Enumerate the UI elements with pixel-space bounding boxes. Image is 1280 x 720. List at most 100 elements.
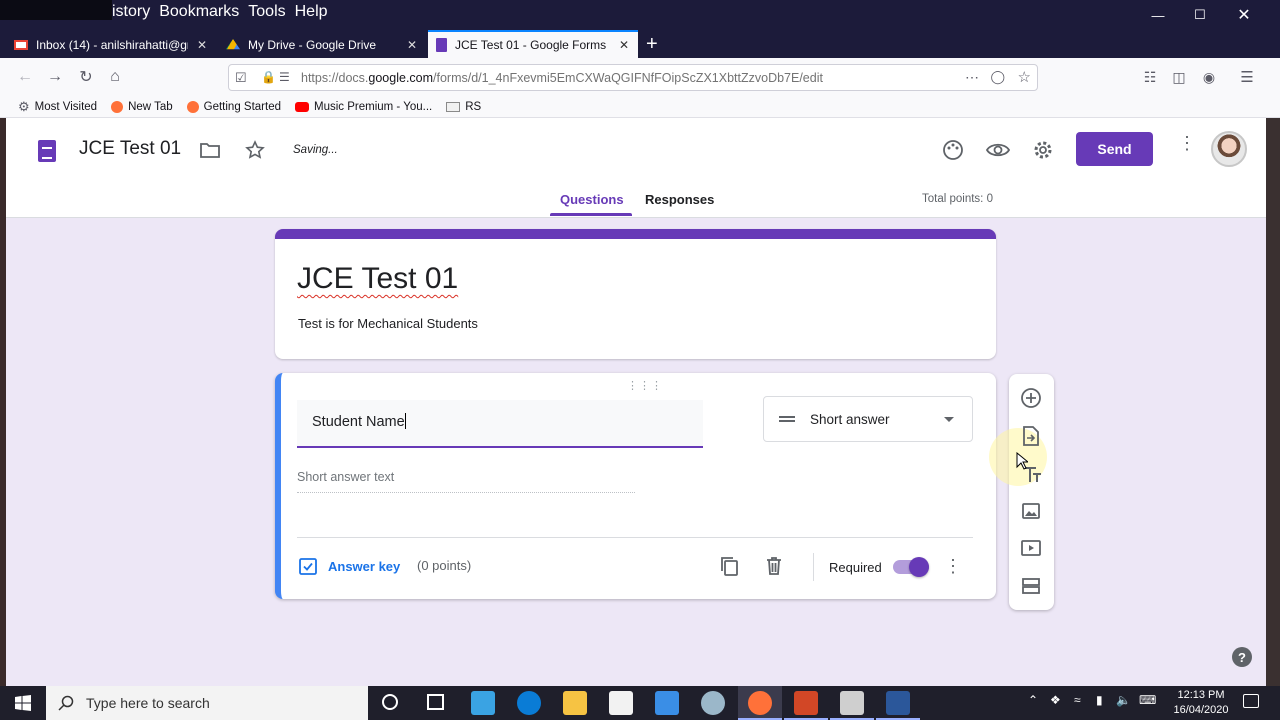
back-button[interactable]: ← (14, 66, 36, 88)
desktop-edge-right (1266, 118, 1280, 686)
settings-gear-icon[interactable] (1030, 137, 1056, 163)
battery-icon[interactable]: ▮ (1096, 693, 1103, 707)
bookmark-new-tab[interactable]: New Tab (111, 100, 173, 113)
url-bar[interactable]: ☑ 🔒 ☰ https://docs.google.com/forms/d/1_… (228, 64, 1038, 91)
help-icon[interactable]: ? (1232, 647, 1252, 667)
add-video-icon[interactable] (1019, 536, 1043, 560)
bookmark-music-premium[interactable]: Music Premium - You... (295, 101, 432, 113)
delete-trash-icon[interactable] (764, 555, 784, 577)
more-options-icon[interactable]: ⋮ (1178, 134, 1196, 152)
powerpoint-icon[interactable] (794, 691, 818, 715)
bookmark-star-icon[interactable]: ☆ (1018, 68, 1031, 86)
form-description[interactable]: Test is for Mechanical Students (298, 316, 478, 331)
shield-icon[interactable]: ☑ (235, 70, 247, 86)
store-app-icon[interactable] (471, 691, 495, 715)
preview-eye-icon[interactable] (985, 137, 1011, 163)
page-actions-icon[interactable]: ⋯ (965, 69, 979, 86)
close-tab-icon[interactable]: ✕ (618, 38, 630, 52)
palette-icon[interactable] (940, 137, 966, 163)
microsoft-store-icon[interactable] (609, 691, 633, 715)
close-window-button[interactable]: ✕ (1221, 0, 1267, 30)
minimize-button[interactable]: — (1135, 0, 1181, 30)
word-icon[interactable] (886, 691, 910, 715)
move-to-folder-icon[interactable] (197, 137, 223, 163)
close-tab-icon[interactable]: ✕ (196, 38, 208, 52)
drag-handle-icon[interactable]: ⋮⋮⋮ (627, 379, 663, 392)
home-button[interactable]: ⌂ (104, 66, 126, 88)
system-clock[interactable]: 12:13 PM 16/04/2020 (1166, 688, 1236, 718)
menu-tools[interactable]: Tools (248, 3, 285, 21)
required-toggle[interactable] (893, 557, 929, 577)
menu-history[interactable]: istory (112, 3, 150, 21)
task-view-icon[interactable] (427, 694, 444, 710)
file-explorer-icon[interactable] (563, 691, 587, 715)
tab-forms[interactable]: JCE Test 01 - Google Forms ✕ (428, 30, 638, 58)
search-placeholder: Type here to search (86, 695, 210, 711)
wifi-icon[interactable]: ≈ (1074, 693, 1081, 707)
bookmark-most-visited[interactable]: ⚙ Most Visited (18, 99, 97, 115)
volume-icon[interactable]: 🔈 (1116, 693, 1131, 707)
keyboard-icon[interactable]: ⌨ (1139, 693, 1156, 707)
cortana-icon[interactable] (382, 694, 398, 710)
forms-icon (436, 38, 447, 52)
maximize-button[interactable]: ☐ (1177, 0, 1223, 30)
duplicate-icon[interactable] (718, 555, 740, 577)
pocket-icon[interactable]: ◯ (990, 69, 1005, 85)
menu-help[interactable]: Help (295, 3, 328, 21)
star-icon[interactable] (242, 137, 268, 163)
firefox-taskbar-icon[interactable] (748, 691, 772, 715)
question-title-input[interactable]: Student Name (297, 400, 703, 448)
bookmark-label: Getting Started (203, 100, 281, 113)
close-tab-icon[interactable]: ✕ (406, 38, 418, 52)
bookmark-folder-rs[interactable]: RS (446, 101, 481, 113)
permissions-icon[interactable]: ☰ (279, 70, 290, 84)
tab-responses[interactable]: Responses (645, 192, 714, 207)
form-title-text: JCE Test 01 (297, 262, 459, 295)
tab-drive[interactable]: My Drive - Google Drive ✕ (218, 32, 426, 58)
question-type-select[interactable]: Short answer (763, 396, 973, 442)
question-type-label: Short answer (810, 411, 890, 427)
library-icon[interactable]: ☷ (1139, 66, 1161, 88)
add-image-icon[interactable] (1019, 499, 1043, 523)
notifications-icon[interactable] (1243, 694, 1259, 708)
add-question-icon[interactable] (1019, 386, 1043, 410)
mail-icon[interactable] (655, 691, 679, 715)
answer-key-button[interactable]: Answer key (298, 556, 400, 576)
tab-title: Inbox (14) - anilshirahatti@gmail.com (36, 38, 188, 52)
menu-bookmarks[interactable]: Bookmarks (159, 3, 239, 21)
bookmark-getting-started[interactable]: Getting Started (186, 100, 281, 113)
window-app-icon[interactable] (840, 691, 864, 715)
edge-browser-icon[interactable] (517, 691, 541, 715)
short-answer-placeholder: Short answer text (297, 470, 635, 493)
forward-button[interactable]: → (44, 66, 66, 88)
bookmark-label: RS (465, 100, 482, 113)
dropbox-icon[interactable]: ❖ (1050, 693, 1061, 707)
bookmark-label: Most Visited (34, 100, 98, 113)
required-label: Required (829, 560, 882, 575)
sidebar-icon[interactable]: ◫ (1168, 66, 1190, 88)
bookmark-label: Music Premium - You... (314, 100, 433, 113)
avatar[interactable] (1211, 131, 1247, 167)
tab-questions[interactable]: Questions (560, 192, 624, 207)
show-hidden-icons-icon[interactable]: ⌃ (1028, 693, 1038, 707)
search-icon (58, 695, 74, 711)
document-title[interactable]: JCE Test 01 (79, 138, 181, 160)
start-button[interactable] (0, 686, 46, 720)
google-forms-logo-icon[interactable] (38, 140, 56, 162)
taskbar-search[interactable]: Type here to search (46, 686, 368, 720)
import-questions-icon[interactable] (1019, 424, 1043, 448)
account-icon[interactable]: ◉ (1198, 66, 1220, 88)
clock-time: 12:13 PM (1177, 689, 1225, 701)
tab-gmail[interactable]: Inbox (14) - anilshirahatti@gmail.com ✕ (6, 32, 216, 58)
send-button[interactable]: Send (1076, 132, 1153, 166)
lock-icon[interactable]: 🔒 (261, 70, 276, 84)
clock-date: 16/04/2020 (1173, 704, 1229, 716)
add-section-icon[interactable] (1019, 574, 1043, 598)
question-more-options-icon[interactable]: ⋮ (944, 556, 962, 577)
new-tab-button[interactable]: + (646, 33, 658, 56)
tab-title: My Drive - Google Drive (248, 38, 377, 52)
form-title[interactable]: JCE Test 01 (297, 262, 458, 296)
app-icon[interactable] (701, 691, 725, 715)
hamburger-menu-icon[interactable]: ☰ (1236, 66, 1258, 88)
reload-button[interactable]: ↻ (75, 66, 97, 88)
